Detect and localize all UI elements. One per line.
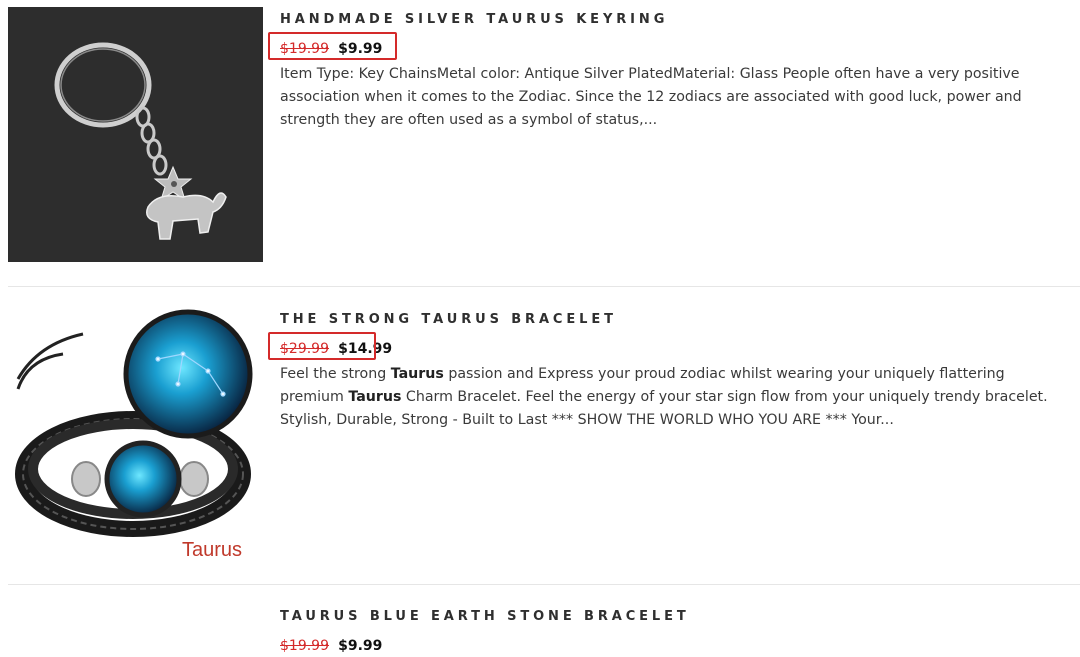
product-image-keyring[interactable]: [8, 7, 263, 262]
product-image-bracelet[interactable]: Taurus: [8, 299, 263, 561]
image-caption: Taurus: [182, 539, 243, 561]
product-info: THE STRONG TAURUS BRACELET $29.99 $14.99…: [268, 312, 1062, 432]
product-card: TAURUS BLUE EARTH STONE BRACELET $19.99 …: [0, 585, 1080, 654]
price-row: $19.99 $9.99: [280, 635, 1062, 657]
keyring-illustration: [8, 7, 263, 262]
product-card: Taurus THE STRONG TAURUS BRACELET $29.99…: [0, 287, 1080, 584]
product-title[interactable]: HANDMADE SILVER TAURUS KEYRING: [280, 12, 1062, 27]
product-card: HANDMADE SILVER TAURUS KEYRING $19.99 $9…: [0, 0, 1080, 286]
product-title[interactable]: TAURUS BLUE EARTH STONE BRACELET: [280, 609, 1062, 624]
old-price: $19.99: [280, 638, 329, 654]
desc-text: Feel the strong: [280, 366, 391, 382]
price-highlight-box: [268, 32, 397, 60]
product-description: Item Type: Key ChainsMetal color: Antiqu…: [280, 66, 1022, 128]
bracelet-illustration: [8, 299, 263, 554]
price-row: $19.99 $9.99: [268, 32, 1062, 60]
sale-price: $9.99: [338, 638, 383, 654]
desc-keyword: Taurus: [390, 366, 444, 382]
product-info: TAURUS BLUE EARTH STONE BRACELET $19.99 …: [280, 609, 1062, 657]
price-highlight-box: [268, 332, 376, 360]
desc-keyword: Taurus: [348, 389, 402, 405]
product-description: Feel the strong Taurus passion and Expre…: [280, 363, 1062, 432]
product-title[interactable]: THE STRONG TAURUS BRACELET: [280, 312, 1062, 327]
price-row: $29.99 $14.99: [268, 332, 1062, 360]
product-info: HANDMADE SILVER TAURUS KEYRING $19.99 $9…: [268, 12, 1062, 132]
product-list: HANDMADE SILVER TAURUS KEYRING $19.99 $9…: [0, 0, 1080, 654]
